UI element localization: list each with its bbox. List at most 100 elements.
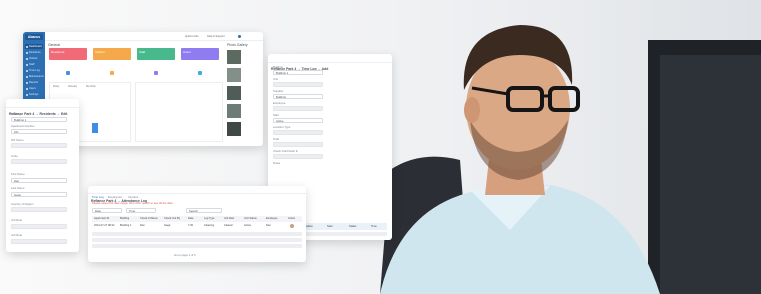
last-name-field[interactable]: Gaga [11,192,67,197]
attendance-header: Reflance Park 4 → Attendance Log [88,186,306,203]
sidebar-item-settings[interactable]: Settings [25,92,43,97]
gallery-thumb[interactable] [227,122,241,136]
field-label-supplier: Supplier [273,89,284,93]
top-bar: Quick Links Help & Support [45,32,263,41]
timelog-header: Reflance Park 4 → Time Log → Add [268,54,392,71]
cell-job-role: Cleaner [224,224,234,227]
field-label-job-role: Job Role [11,218,23,222]
total-field[interactable] [273,142,323,147]
sidebar-item-staff[interactable]: Staff [25,62,43,67]
location-type-field[interactable] [273,130,323,135]
start-field[interactable]: Active [273,118,323,123]
gallery-thumb[interactable] [227,68,241,82]
column-employee: Employee [266,217,278,220]
sidebar-item-time-log[interactable]: Time Log [25,68,43,73]
time-filter[interactable]: Time [126,208,156,213]
topbar-link-2[interactable]: Help & Support [207,35,225,38]
badge-icon [198,71,202,75]
cell-apartment-id: 2021-07-27 08:22 [94,224,115,227]
job-role-field-2[interactable] [11,239,67,244]
building-select[interactable]: Building 1 [11,117,67,122]
cell-employee: Dan [266,224,271,227]
profile-avatar-icon[interactable] [238,35,241,38]
cell-date: 7:30 [188,224,194,227]
column-check-out: Check Out By [164,217,181,220]
tab-vendors[interactable]: Vendors [128,195,138,199]
app-logo: Abacus [25,34,43,40]
field-label-employee: Employee [273,101,286,105]
column-date: Date [188,217,194,220]
residents-edit-window: Reflance Park 4 → Residents → Edit Build… [6,99,79,252]
stat-card-visitors[interactable]: Visitors [93,48,131,60]
attendance-window: Reflance Park 4 → Attendance Log Time Lo… [88,186,306,262]
building-select[interactable]: Building 1 [273,70,323,75]
sidebar-item-reports[interactable]: Reports [25,80,43,85]
pagination[interactable]: Go to page 1 of 5 [174,253,196,257]
supplier-field[interactable]: Building [273,94,323,99]
check-field[interactable] [273,154,323,159]
chart-tab-daily[interactable]: Daily [53,84,59,88]
country-field[interactable] [11,207,67,212]
column-time: Time [371,224,377,228]
column-apartment-id: Apartment ID [94,217,110,220]
column-unit-status: Unit Status [244,217,257,220]
table-row-placeholder [92,244,302,248]
stat-card-residents[interactable]: Residents [49,48,87,60]
cell-log-type: Cleaning [204,224,215,227]
field-label-code: Code [11,154,18,158]
topbar-link-1[interactable]: Quick Links [185,35,198,38]
tab-time-log[interactable]: Time Log [92,195,104,199]
photo-gallery-title: Photo Gallery [227,43,248,47]
section-title: General [48,43,61,47]
column-job-role: Job Role [224,217,235,220]
column-status: Status [349,224,357,228]
cell-building: Building 1 [120,224,132,227]
sidebar-item-users[interactable]: Users [25,86,43,91]
field-label-first-name: First Name [11,172,25,176]
gallery-thumb[interactable] [227,104,241,118]
field-label-check: Check Out/Check In [273,149,299,153]
info-note: Please select the date range, then click… [92,201,173,205]
column-building: Building [120,217,130,220]
column-log-type: Log Type [204,217,215,220]
apartment-number-field[interactable]: 101 [11,129,67,134]
search-field[interactable]: Search [186,208,222,213]
stat-detail-4 [181,62,219,78]
gallery-thumb[interactable] [227,86,241,100]
tab-employees[interactable]: Employees [108,195,122,199]
field-label-job-role-2: Job Role [11,233,23,237]
employee-avatar[interactable] [290,224,294,228]
stat-card-staff[interactable]: Staff [137,48,175,60]
sidebar-item-dashboard[interactable]: Dashboard [25,44,43,49]
first-name-field[interactable]: Dan [11,178,67,183]
chart-tab-weekly[interactable]: Weekly [68,84,77,88]
stat-card-users[interactable]: Users [181,48,219,60]
field-label-total: Total [273,137,279,141]
column-action: Action [288,217,296,220]
field-label-apartment: Apartment Number [11,124,35,128]
employee-field[interactable] [273,106,323,111]
sidebar-item-visitors[interactable]: Visitors [25,56,43,61]
stat-detail-3 [137,62,175,78]
field-label-country: Country of Region [11,202,34,206]
sidebar-item-residents[interactable]: Residents [25,50,43,55]
person-photo [380,25,761,294]
sidebar-item-maintenance[interactable]: Maintenance [25,74,44,79]
attendance-table-header: Apartment ID Building Check in/Name Chec… [92,216,302,222]
user-icon [110,71,114,75]
stat-detail-2 [93,62,131,78]
cell-check-in: Dan [140,224,145,227]
residents-header: Reflance Park 4 → Residents → Edit [6,99,79,116]
date-filter[interactable]: Date [92,208,122,213]
chart-tab-monthly[interactable]: Monthly [86,84,96,88]
table-row[interactable]: 2021-07-27 08:22 Building 1 Dan Gaga 7:3… [92,223,302,229]
unit-field[interactable] [273,82,323,87]
field-label-building: Building [273,65,283,69]
job-role-field[interactable] [11,224,67,229]
field-label-notes: Notes [273,161,281,165]
gallery-thumb[interactable] [227,50,241,64]
group-icon [154,71,158,75]
code-field[interactable] [11,159,67,164]
field-label-last-name: Last Name [11,186,25,190]
nit-name-field[interactable] [11,143,67,148]
